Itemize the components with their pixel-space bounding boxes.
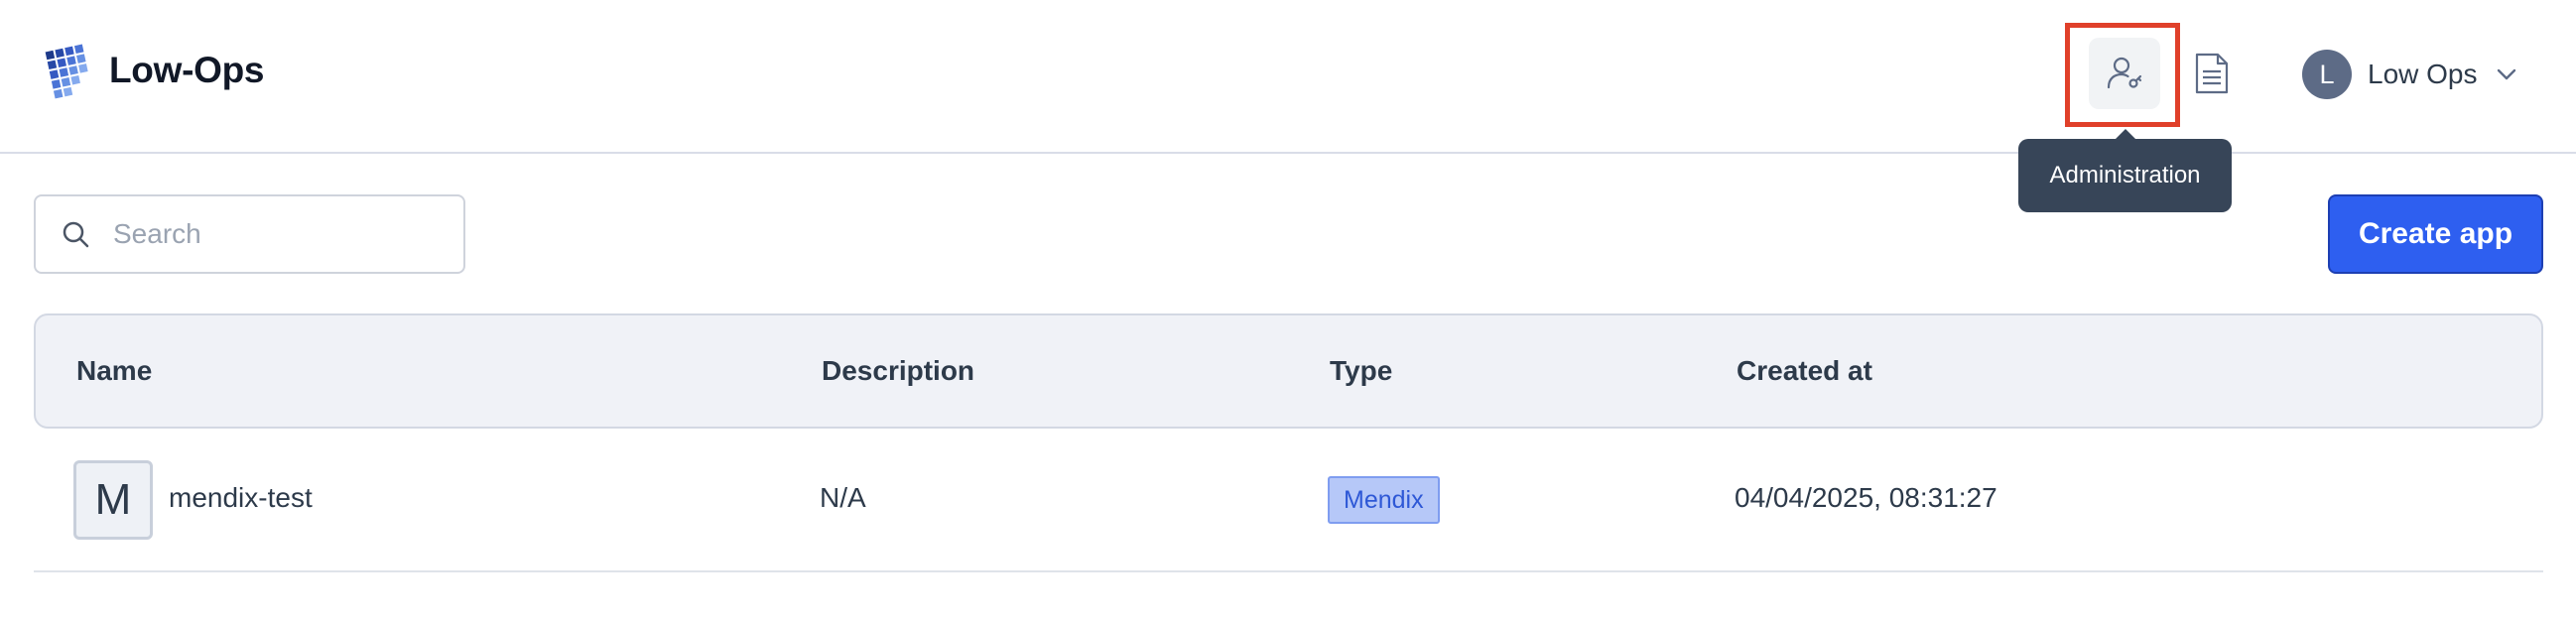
column-header-name[interactable]: Name: [76, 355, 152, 387]
administration-tooltip: Administration: [2018, 129, 2232, 212]
table-header: Name Description Type Created at: [34, 313, 2543, 429]
search-icon: [63, 221, 89, 248]
create-app-button[interactable]: Create app: [2328, 194, 2543, 274]
app-name[interactable]: mendix-test: [169, 482, 313, 514]
column-header-created-at[interactable]: Created at: [1737, 355, 1872, 387]
created-at: 04/04/2025, 08:31:27: [1735, 482, 1997, 513]
user-name: Low Ops: [2368, 59, 2478, 89]
column-header-type[interactable]: Type: [1330, 355, 1392, 387]
document-icon: [2195, 53, 2229, 94]
user-menu[interactable]: L Low Ops: [2302, 50, 2517, 99]
table-row[interactable]: M mendix-test N/A Mendix 04/04/2025, 08:…: [34, 429, 2543, 572]
avatar: L: [2302, 50, 2352, 99]
column-header-description[interactable]: Description: [822, 355, 974, 387]
documentation-button[interactable]: [2188, 48, 2236, 99]
brand-name: Low-Ops: [109, 50, 265, 90]
type-badge: Mendix: [1328, 476, 1440, 524]
chevron-down-icon: [2497, 68, 2515, 80]
app-avatar: M: [73, 460, 153, 540]
search-box[interactable]: [34, 194, 465, 274]
administration-highlight: [2065, 23, 2180, 127]
top-bar: Low-Ops L Low Ops: [0, 0, 2576, 154]
grid-logo-icon: [45, 44, 88, 99]
app-description: N/A: [820, 482, 866, 513]
brand-logo[interactable]: Low-Ops: [40, 42, 264, 99]
search-input[interactable]: [113, 218, 431, 250]
